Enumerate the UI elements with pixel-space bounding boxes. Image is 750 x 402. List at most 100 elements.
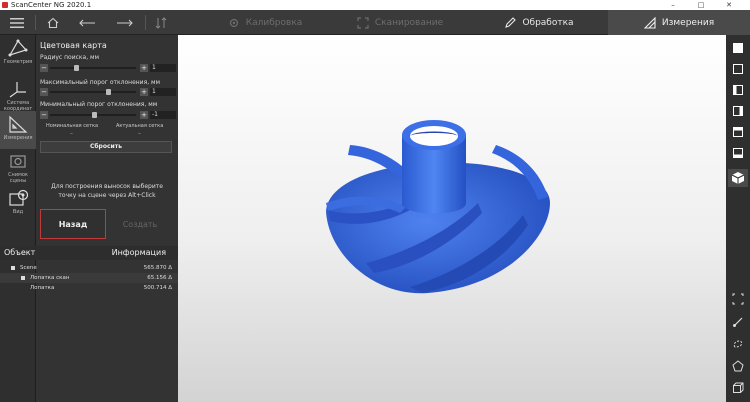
brush-tool-button[interactable] — [728, 313, 748, 331]
search-radius-label: Радиус поиска, мм — [40, 54, 100, 61]
back-button[interactable]: Назад — [40, 209, 106, 239]
selection-rectangle-icon — [732, 293, 744, 305]
nominal-grid-value[interactable]: – — [70, 130, 73, 137]
row-name: Scene — [20, 265, 37, 271]
pencil-icon — [505, 16, 517, 28]
max-threshold-increment-button[interactable]: + — [140, 88, 148, 96]
view-bottom-button[interactable] — [728, 144, 748, 162]
tab-scanning[interactable]: Сканирование — [330, 10, 470, 35]
max-threshold-slider: − + 1 — [40, 88, 176, 96]
lasso-tool-button[interactable] — [728, 335, 748, 353]
right-view-toolbar — [726, 35, 750, 402]
3d-viewport[interactable] — [178, 35, 726, 402]
sidebar-item-label: Снимок сцены — [8, 172, 28, 184]
table-row-scene[interactable]: Scene 565.870 Δ — [0, 263, 178, 273]
view-back-button[interactable] — [728, 60, 748, 78]
sidebar-item-scene-snapshot[interactable]: Снимок сцены — [0, 148, 36, 186]
search-radius-slider: − + 1 — [40, 64, 176, 72]
sidebar-item-label: Измерения — [3, 135, 33, 141]
brush-icon — [733, 317, 743, 327]
app-logo-icon — [2, 2, 8, 8]
ruler-triangle-icon — [643, 16, 656, 29]
undo-button[interactable] — [70, 10, 104, 35]
max-threshold-track[interactable] — [50, 89, 136, 95]
sidebar-item-measurements[interactable]: Измерения — [0, 111, 36, 149]
impeller-model — [326, 120, 550, 294]
search-radius-decrement-button[interactable]: − — [40, 64, 48, 72]
row-name: Лопатка скан — [30, 275, 70, 281]
tab-calibration[interactable]: Калибровка — [200, 10, 330, 35]
callout-hint-text: Для построения выносок выберите точку на… — [51, 183, 163, 199]
table-row-model[interactable]: Лопатка 500.714 Δ — [0, 283, 178, 293]
view-top-button[interactable] — [728, 123, 748, 141]
maximize-button[interactable]: □ — [690, 0, 712, 10]
search-radius-increment-button[interactable]: + — [140, 64, 148, 72]
view-icon — [9, 189, 29, 206]
min-threshold-track[interactable] — [50, 112, 136, 118]
camera-icon — [10, 155, 26, 168]
color-map-panel: Цветовая карта Радиус поиска, мм − + 1 М… — [36, 35, 178, 402]
min-threshold-label: Минимальный порог отклонения, мм — [40, 101, 158, 108]
menu-button[interactable] — [0, 10, 34, 35]
cube-front-icon — [733, 43, 743, 53]
sidebar-item-coordinate-system[interactable]: Система координат — [0, 76, 36, 114]
hub-bore — [410, 126, 458, 146]
view-left-button[interactable] — [728, 81, 748, 99]
row-info: 500.714 Δ — [143, 285, 172, 291]
cube-select-icon — [733, 382, 744, 393]
home-button[interactable] — [40, 10, 66, 35]
tab-measurements[interactable]: Измерения — [608, 10, 750, 35]
max-threshold-value-field[interactable]: 1 — [150, 88, 176, 96]
search-radius-handle[interactable] — [74, 65, 79, 71]
app-window: ScanCenter NG 2020.1 – □ ✕ Калибровка Ск… — [0, 0, 750, 402]
minimize-button[interactable]: – — [662, 0, 684, 10]
sidebar-item-geometry[interactable]: Геометрия — [0, 35, 36, 73]
visibility-checkbox[interactable] — [11, 266, 15, 270]
visibility-checkbox[interactable] — [21, 276, 25, 280]
view-isometric-button[interactable] — [728, 169, 748, 187]
select-rectangle-button[interactable] — [728, 290, 748, 308]
left-tool-strip: Геометрия Система координат Измерения Сн… — [0, 35, 36, 402]
actual-grid-value[interactable]: – — [138, 130, 141, 137]
table-row-scan[interactable]: Лопатка скан 65.156 Δ — [0, 273, 178, 283]
row-name: Лопатка — [30, 285, 55, 291]
geometry-icon — [8, 39, 28, 57]
scan-frame-icon — [357, 16, 369, 29]
min-threshold-decrement-button[interactable]: − — [40, 111, 48, 119]
nominal-grid-label: Номинальная сетка — [46, 123, 99, 129]
object-table-header: Объект Информация — [0, 246, 178, 260]
tab-scanning-label: Сканирование — [374, 17, 444, 28]
cube-isometric-icon — [731, 172, 745, 184]
max-threshold-decrement-button[interactable]: − — [40, 88, 48, 96]
min-threshold-increment-button[interactable]: + — [140, 111, 148, 119]
lasso-icon — [733, 340, 743, 348]
min-threshold-slider: − + -1 — [40, 111, 176, 119]
reset-button[interactable]: Сбросить — [40, 141, 172, 153]
close-button[interactable]: ✕ — [718, 0, 740, 10]
box-select-button[interactable] — [728, 379, 748, 397]
max-threshold-label: Максимальный порог отклонения, мм — [40, 79, 161, 86]
measurement-ruler-icon — [9, 115, 28, 133]
search-radius-value-field[interactable]: 1 — [150, 64, 176, 72]
panel-title: Цветовая карта — [40, 41, 107, 50]
min-threshold-value-field[interactable]: -1 — [150, 111, 176, 119]
sort-button[interactable] — [149, 10, 173, 35]
object-column-header: Объект — [4, 248, 36, 257]
row-info: 65.156 Δ — [147, 275, 172, 281]
polygon-select-button[interactable] — [728, 357, 748, 375]
sidebar-item-view[interactable]: Вид — [0, 185, 36, 223]
home-icon — [47, 17, 59, 28]
tab-processing[interactable]: Обработка — [470, 10, 608, 35]
max-threshold-handle[interactable] — [106, 89, 111, 95]
view-right-button[interactable] — [728, 102, 748, 120]
gear-icon — [229, 18, 238, 27]
sort-arrows-icon — [155, 16, 167, 29]
actual-grid-label: Актуальная сетка — [116, 123, 164, 129]
min-threshold-handle[interactable] — [92, 112, 97, 118]
create-button[interactable]: Создать — [108, 209, 172, 239]
redo-button[interactable] — [108, 10, 142, 35]
tab-measurements-label: Измерения — [661, 17, 715, 28]
search-radius-track[interactable] — [50, 65, 136, 71]
cube-right-icon — [733, 106, 743, 116]
view-front-button[interactable] — [728, 39, 748, 57]
